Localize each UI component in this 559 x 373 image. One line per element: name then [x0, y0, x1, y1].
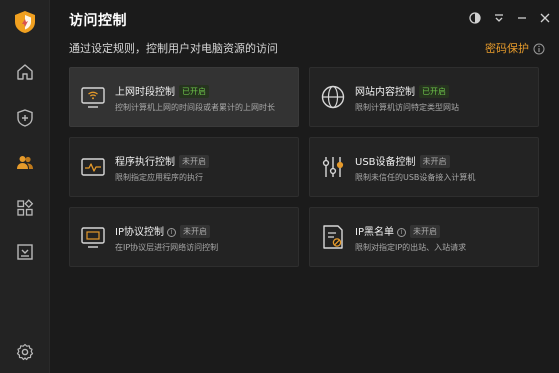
inbox-icon[interactable]: [15, 242, 35, 262]
card-title: 程序执行控制: [115, 157, 175, 168]
card-title: IP协议控制: [115, 227, 164, 238]
theme-icon[interactable]: [468, 10, 482, 24]
apps-icon[interactable]: [15, 198, 35, 218]
card-ip-protocol-control[interactable]: IP协议控制 i 未开启 在IP协议层进行网络访问控制: [69, 207, 299, 267]
home-icon[interactable]: [15, 62, 35, 82]
card-ip-blocklist[interactable]: IP黑名单 i 未开启 限制对指定IP的出站、入站请求: [309, 207, 539, 267]
page-title: 访问控制: [69, 13, 127, 29]
card-internet-time-control[interactable]: 上网时段控制 已开启 控制计算机上网的时间段或者累计的上网时长: [69, 67, 299, 127]
info-icon[interactable]: i: [166, 228, 176, 237]
card-program-execution-control[interactable]: 程序执行控制 未开启 限制指定应用程序的执行: [69, 137, 299, 197]
monitor-wifi-icon: [79, 83, 107, 111]
gear-icon[interactable]: [15, 342, 35, 362]
card-website-content-control[interactable]: 网站内容控制 已开启 限制计算机访问特定类型网站: [309, 67, 539, 127]
sliders-icon: [319, 153, 347, 181]
card-description: 限制计算机访问特定类型网站: [355, 103, 459, 112]
status-badge: 已开启: [179, 85, 209, 98]
password-protect-link[interactable]: 密码保护: [485, 40, 529, 56]
card-usb-device-control[interactable]: USB设备控制 未开启 限制未信任的USB设备接入计算机: [309, 137, 539, 197]
page-subtitle: 通过设定规则，控制用户对电脑资源的访问: [69, 42, 278, 55]
card-description: 限制对指定IP的出站、入站请求: [355, 243, 467, 252]
status-badge: 未开启: [419, 155, 450, 168]
card-description: 控制计算机上网的时间段或者累计的上网时长: [115, 103, 275, 112]
main-panel: 访问控制 通过设定规则，控制用户对电脑资源的访问 密码保护 上网时段控制 已开启 …: [50, 0, 559, 373]
close-icon[interactable]: [538, 10, 552, 24]
blocklist-icon: [319, 223, 347, 251]
card-description: 限制指定应用程序的执行: [115, 173, 203, 182]
menu-icon[interactable]: [492, 10, 506, 24]
card-title: IP黑名单: [355, 227, 394, 238]
status-badge: 未开启: [409, 225, 440, 238]
globe-icon: [319, 83, 347, 111]
card-title: 网站内容控制: [355, 87, 415, 98]
minimize-icon[interactable]: [515, 10, 529, 24]
card-description: 在IP协议层进行网络访问控制: [115, 243, 219, 252]
sidebar: [0, 0, 50, 373]
info-icon[interactable]: i: [396, 228, 406, 237]
info-icon[interactable]: [533, 40, 545, 55]
status-badge: 已开启: [419, 85, 449, 98]
status-badge: 未开启: [179, 225, 210, 238]
card-title: 上网时段控制: [115, 87, 175, 98]
program-window-icon: [79, 153, 107, 181]
shield-plus-icon[interactable]: [15, 108, 35, 128]
users-icon[interactable]: [15, 152, 35, 172]
status-badge: 未开启: [179, 155, 209, 168]
card-title: USB设备控制: [355, 157, 416, 168]
card-description: 限制未信任的USB设备接入计算机: [355, 173, 476, 182]
monitor-icon: [79, 223, 107, 251]
logo-shield-icon: [14, 10, 36, 34]
